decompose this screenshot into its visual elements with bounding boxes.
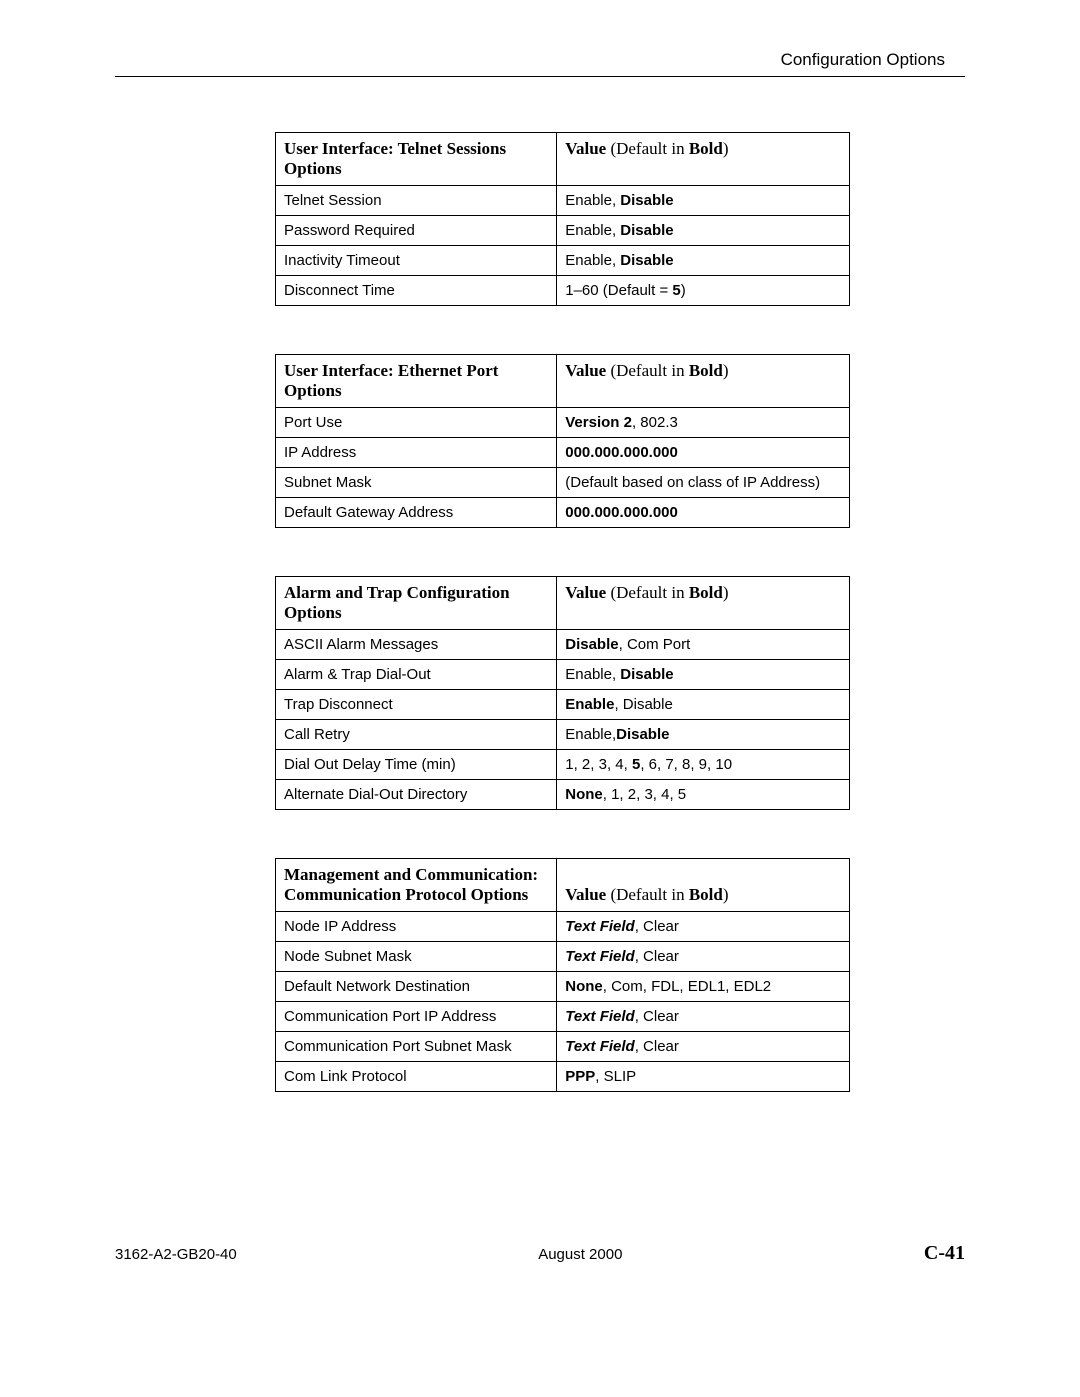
option-cell: Default Gateway Address — [276, 498, 557, 528]
value-cell: Text Field, Clear — [557, 1002, 850, 1032]
table-row: Node IP AddressText Field, Clear — [276, 912, 850, 942]
col-header-options: User Interface: Ethernet Port Options — [276, 355, 557, 408]
value-cell: 1, 2, 3, 4, 5, 6, 7, 8, 9, 10 — [557, 750, 850, 780]
value-cell: Text Field, Clear — [557, 912, 850, 942]
header-rule — [115, 76, 965, 77]
footer-date: August 2000 — [538, 1246, 622, 1263]
table-header-row: User Interface: Telnet Sessions Options … — [276, 133, 850, 186]
value-cell: Enable, Disable — [557, 690, 850, 720]
option-cell: Password Required — [276, 216, 557, 246]
option-cell: Dial Out Delay Time (min) — [276, 750, 557, 780]
option-cell: Node IP Address — [276, 912, 557, 942]
table-row: Password RequiredEnable, Disable — [276, 216, 850, 246]
page: Configuration Options User Interface: Te… — [0, 0, 1080, 1305]
footer-page-number: C-41 — [924, 1242, 965, 1265]
option-cell: Alarm & Trap Dial-Out — [276, 660, 557, 690]
value-cell: Version 2, 802.3 — [557, 408, 850, 438]
col-header-options: Management and Communication:Communicati… — [276, 859, 557, 912]
table-row: Communication Port IP AddressText Field,… — [276, 1002, 850, 1032]
value-cell: Text Field, Clear — [557, 1032, 850, 1062]
option-cell: Alternate Dial-Out Directory — [276, 780, 557, 810]
table-header-row: Alarm and Trap Configuration Options Val… — [276, 577, 850, 630]
value-cell: 000.000.000.000 — [557, 438, 850, 468]
option-cell: Default Network Destination — [276, 972, 557, 1002]
table-ethernet: User Interface: Ethernet Port Options Va… — [275, 354, 850, 528]
value-cell: 1–60 (Default = 5) — [557, 276, 850, 306]
option-cell: Node Subnet Mask — [276, 942, 557, 972]
option-cell: Communication Port IP Address — [276, 1002, 557, 1032]
table-telnet: User Interface: Telnet Sessions Options … — [275, 132, 850, 306]
table-row: Inactivity TimeoutEnable, Disable — [276, 246, 850, 276]
option-cell: Trap Disconnect — [276, 690, 557, 720]
table-row: Default Gateway Address000.000.000.000 — [276, 498, 850, 528]
table-row: Communication Port Subnet MaskText Field… — [276, 1032, 850, 1062]
table-row: Com Link ProtocolPPP, SLIP — [276, 1062, 850, 1092]
option-cell: ASCII Alarm Messages — [276, 630, 557, 660]
footer: 3162-A2-GB20-40 August 2000 C-41 — [115, 1242, 965, 1265]
table-row: Port UseVersion 2, 802.3 — [276, 408, 850, 438]
col-header-value: Value (Default in Bold) — [557, 355, 850, 408]
table-row: Disconnect Time1–60 (Default = 5) — [276, 276, 850, 306]
running-header: Configuration Options — [115, 50, 945, 70]
table-header-row: User Interface: Ethernet Port Options Va… — [276, 355, 850, 408]
table-row: Alarm & Trap Dial-OutEnable, Disable — [276, 660, 850, 690]
option-cell: IP Address — [276, 438, 557, 468]
footer-doc-id: 3162-A2-GB20-40 — [115, 1246, 237, 1263]
value-cell: PPP, SLIP — [557, 1062, 850, 1092]
table-row: Default Network DestinationNone, Com, FD… — [276, 972, 850, 1002]
table-row: ASCII Alarm MessagesDisable, Com Port — [276, 630, 850, 660]
col-header-value: Value (Default in Bold) — [557, 859, 850, 912]
table-row: Subnet Mask(Default based on class of IP… — [276, 468, 850, 498]
table-row: IP Address000.000.000.000 — [276, 438, 850, 468]
value-cell: Enable, Disable — [557, 660, 850, 690]
value-cell: Enable, Disable — [557, 216, 850, 246]
table-row: Call RetryEnable,Disable — [276, 720, 850, 750]
col-header-value: Value (Default in Bold) — [557, 577, 850, 630]
value-cell: Text Field, Clear — [557, 942, 850, 972]
value-cell: None, 1, 2, 3, 4, 5 — [557, 780, 850, 810]
value-cell: Enable, Disable — [557, 186, 850, 216]
option-cell: Port Use — [276, 408, 557, 438]
value-cell: 000.000.000.000 — [557, 498, 850, 528]
col-header-value: Value (Default in Bold) — [557, 133, 850, 186]
table-alarm: Alarm and Trap Configuration Options Val… — [275, 576, 850, 810]
tables-container: User Interface: Telnet Sessions Options … — [115, 132, 965, 1092]
value-cell: (Default based on class of IP Address) — [557, 468, 850, 498]
table-row: Node Subnet MaskText Field, Clear — [276, 942, 850, 972]
table-row: Telnet SessionEnable, Disable — [276, 186, 850, 216]
value-cell: None, Com, FDL, EDL1, EDL2 — [557, 972, 850, 1002]
table-header-row: Management and Communication:Communicati… — [276, 859, 850, 912]
value-cell: Enable,Disable — [557, 720, 850, 750]
table-mgmt: Management and Communication:Communicati… — [275, 858, 850, 1092]
col-header-options: User Interface: Telnet Sessions Options — [276, 133, 557, 186]
col-header-options: Alarm and Trap Configuration Options — [276, 577, 557, 630]
option-cell: Subnet Mask — [276, 468, 557, 498]
option-cell: Com Link Protocol — [276, 1062, 557, 1092]
option-cell: Telnet Session — [276, 186, 557, 216]
option-cell: Disconnect Time — [276, 276, 557, 306]
option-cell: Communication Port Subnet Mask — [276, 1032, 557, 1062]
value-cell: Disable, Com Port — [557, 630, 850, 660]
option-cell: Call Retry — [276, 720, 557, 750]
table-row: Alternate Dial-Out DirectoryNone, 1, 2, … — [276, 780, 850, 810]
table-row: Dial Out Delay Time (min)1, 2, 3, 4, 5, … — [276, 750, 850, 780]
option-cell: Inactivity Timeout — [276, 246, 557, 276]
table-row: Trap DisconnectEnable, Disable — [276, 690, 850, 720]
value-cell: Enable, Disable — [557, 246, 850, 276]
